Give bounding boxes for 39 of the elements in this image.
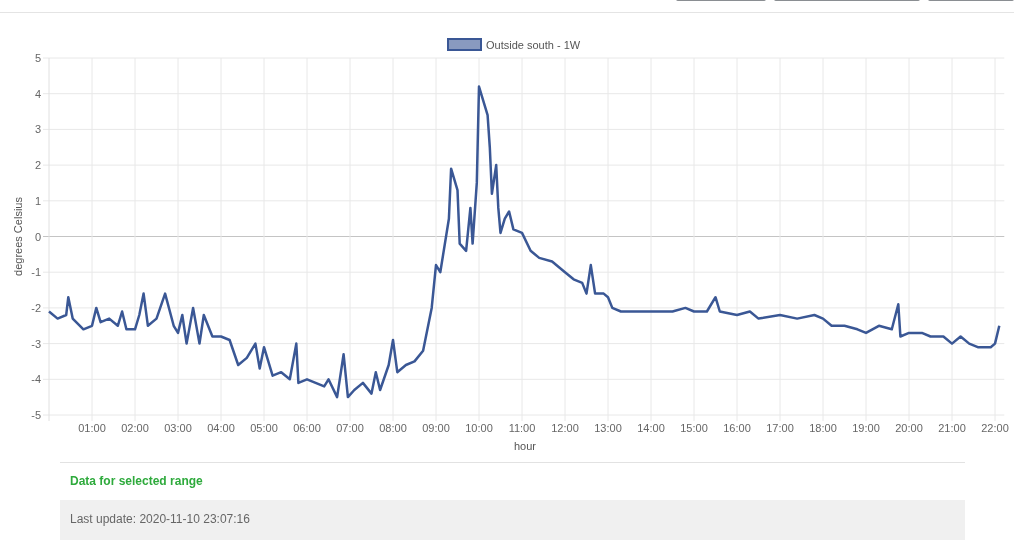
x-axis-title: hour — [514, 440, 536, 452]
x-tick-label: 06:00 — [293, 422, 321, 434]
x-tick-label: 13:00 — [594, 422, 622, 434]
x-tick-label: 02:00 — [121, 422, 149, 434]
y-tick-label: 5 — [34, 52, 41, 64]
x-tick-label: 10:00 — [465, 422, 493, 434]
x-tick-label: 09:00 — [422, 422, 450, 434]
last-update-bar: Last update: 2020-11-10 23:07:16 — [60, 500, 965, 540]
x-tick-label: 18:00 — [809, 422, 837, 434]
x-tick-label: 20:00 — [895, 422, 923, 434]
x-tick-label: 16:00 — [723, 422, 751, 434]
y-tick-label: -4 — [31, 373, 41, 386]
x-tick-label: 19:00 — [852, 422, 880, 434]
x-tick-label: 12:00 — [551, 422, 579, 434]
y-tick-label: -5 — [31, 409, 41, 421]
y-tick-label: -1 — [31, 266, 41, 279]
y-tick-label: 3 — [34, 123, 41, 136]
y-tick-label: -2 — [31, 301, 41, 314]
range-heading: Data for selected range — [69, 473, 204, 490]
y-axis-title: degrees Celsius — [12, 197, 24, 276]
x-tick-label: 14:00 — [637, 422, 665, 434]
x-tick-label: 04:00 — [207, 422, 235, 434]
y-tick-label: 2 — [34, 159, 41, 172]
legend-swatch — [447, 38, 482, 51]
y-tick-label: 0 — [34, 230, 41, 243]
y-tick-label: 1 — [34, 194, 41, 207]
x-tick-label: 05:00 — [250, 422, 278, 434]
x-tick-label: 01:00 — [78, 422, 106, 434]
y-tick-label: 4 — [34, 87, 41, 100]
x-tick-label: 08:00 — [379, 422, 407, 434]
x-tick-label: 17:00 — [766, 422, 794, 434]
x-tick-label: 21:00 — [938, 422, 966, 434]
y-tick-label: -3 — [31, 337, 41, 350]
x-tick-label: 11:00 — [508, 422, 536, 434]
legend-label: Outside south - 1W — [486, 39, 581, 51]
x-tick-label: 07:00 — [336, 422, 364, 434]
x-tick-label: 03:00 — [164, 422, 192, 434]
x-tick-label: 15:00 — [680, 422, 708, 434]
x-tick-label: 22:00 — [981, 422, 1009, 434]
